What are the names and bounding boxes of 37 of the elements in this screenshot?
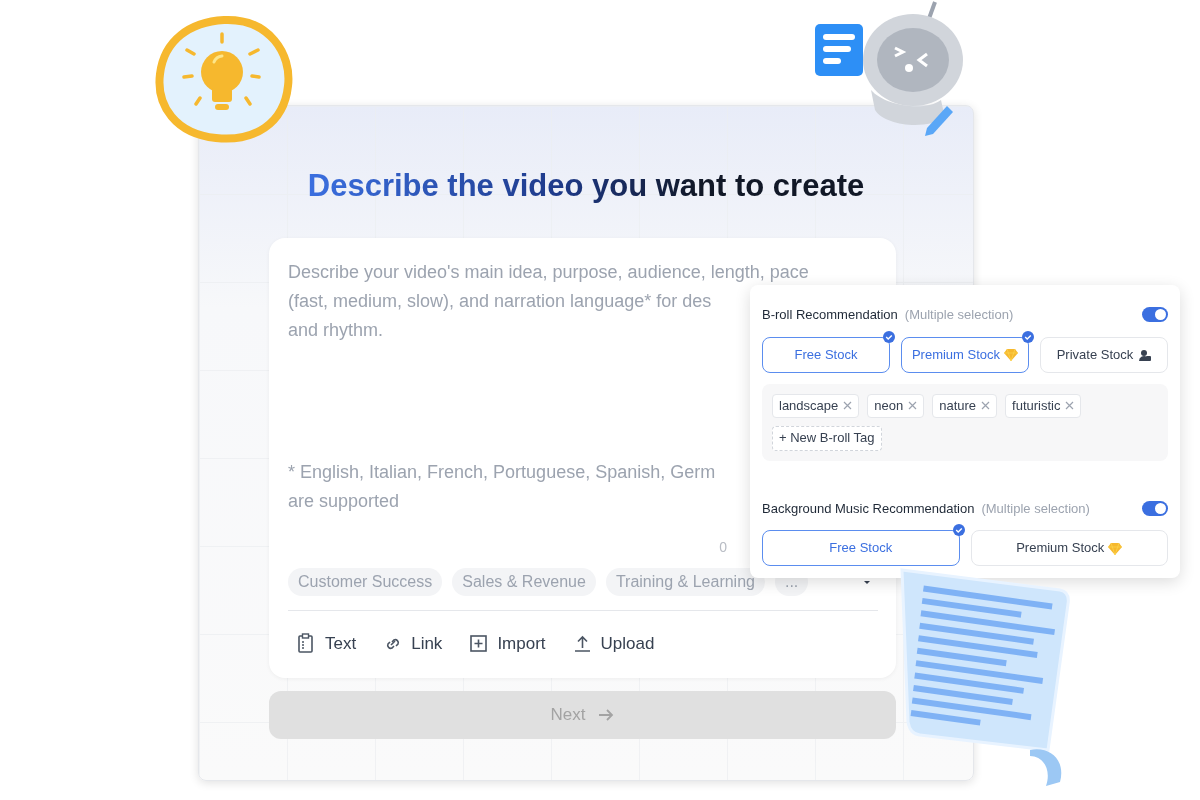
remove-tag-button[interactable] (981, 401, 991, 410)
section-title: Background Music Recommendation (762, 499, 975, 518)
remove-tag-button[interactable] (908, 401, 918, 410)
section-hint: (Multiple selection) (904, 306, 1014, 324)
character-counter: 0 (719, 538, 727, 556)
check-badge-icon (952, 524, 965, 536)
tag-label: futuristic (1012, 396, 1061, 415)
placeholder-line: Describe your video's main idea, purpose, audience, length, pace (288, 261, 809, 284)
tag-label: landscape (779, 396, 839, 415)
section-title: B-roll Recommendation (762, 306, 898, 324)
placeholder-line: (fast, medium, slow), and narration language* for des (288, 290, 712, 313)
remove-tag-button[interactable] (1065, 401, 1075, 410)
placeholder-line: and rhythm. (288, 319, 384, 342)
tool-button[interactable]: Link (382, 631, 443, 657)
section-hint: (Multiple selection) (981, 499, 1090, 518)
user-lock-icon (1139, 348, 1152, 361)
caret-icon (862, 578, 872, 586)
plus-square-icon (468, 633, 490, 655)
stock-option[interactable]: Private Stock (1040, 336, 1168, 373)
new-tag-button[interactable]: + New B-roll Tag (772, 425, 882, 451)
tool-button[interactable]: Import (468, 631, 546, 657)
check-badge-icon (1022, 330, 1034, 343)
tag-label: nature (939, 396, 977, 415)
stock-option[interactable]: Premium Stock (970, 530, 1168, 566)
diamond-icon (1004, 348, 1019, 361)
stock-option[interactable]: Free Stock (762, 530, 960, 566)
remove-tag-button[interactable] (843, 401, 853, 410)
check-badge-icon (883, 330, 895, 343)
supported-languages-note: are supported (288, 490, 400, 513)
diamond-icon (1108, 541, 1123, 555)
tag-label: neon (874, 396, 904, 415)
toggle-switch[interactable] (1142, 500, 1168, 516)
toggle-switch[interactable] (1142, 307, 1168, 323)
tool-button[interactable]: Upload (571, 631, 655, 657)
tool-button[interactable]: Text (296, 631, 357, 657)
arrow-right-icon (597, 707, 615, 723)
supported-languages-note: * English, Italian, French, Portuguese, Spanish, Germ (288, 461, 716, 484)
